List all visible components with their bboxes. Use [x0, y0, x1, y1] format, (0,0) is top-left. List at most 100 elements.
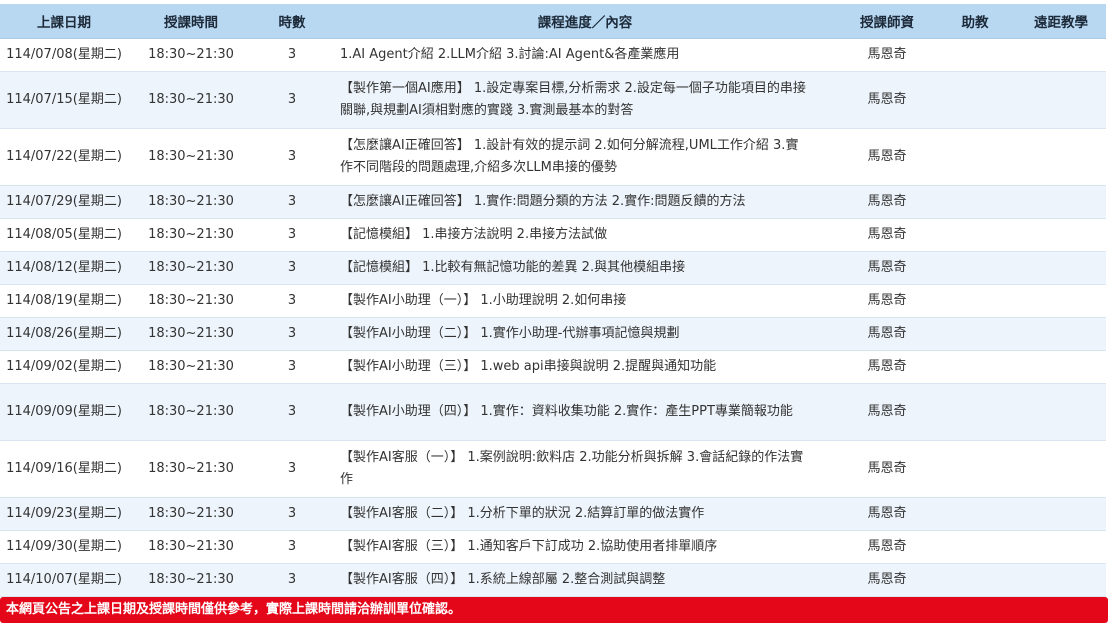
- table-header-row: 上課日期 授課時間 時數 課程進度／內容 授課師資 助教 遠距教學: [0, 4, 1106, 39]
- table-row: 114/09/23(星期二) 18:30~21:30 3 【製作AI客服（二）】 1.…: [0, 497, 1106, 531]
- cell-date: 114/07/22(星期二): [0, 128, 128, 186]
- cell-date: 114/08/19(星期二): [0, 284, 128, 318]
- header-remote: 遠距教學: [1016, 4, 1106, 39]
- cell-time: 18:30~21:30: [128, 185, 254, 219]
- cell-remote: [1016, 218, 1106, 252]
- cell-teacher: 馬恩奇: [840, 251, 934, 285]
- table-body: 114/07/08(星期二) 18:30~21:30 3 1.AI Agent介紹 2…: [0, 38, 1106, 597]
- cell-teacher: 馬恩奇: [840, 497, 934, 531]
- table-row: 114/07/15(星期二) 18:30~21:30 3 【製作第一個AI應用】 1.…: [0, 71, 1106, 129]
- cell-progress: 【製作AI小助理（三）】 1.web api串接與說明 2.提醒與通知功能: [330, 350, 840, 384]
- cell-time: 18:30~21:30: [128, 350, 254, 384]
- cell-time: 18:30~21:30: [128, 440, 254, 498]
- cell-hours: 3: [254, 497, 330, 531]
- cell-hours: 3: [254, 128, 330, 186]
- header-teacher: 授課師資: [840, 4, 934, 39]
- cell-teacher: 馬恩奇: [840, 128, 934, 186]
- header-hours: 時數: [254, 4, 330, 39]
- cell-hours: 3: [254, 563, 330, 597]
- cell-time: 18:30~21:30: [128, 317, 254, 351]
- cell-remote: [1016, 440, 1106, 498]
- cell-assistant: [934, 383, 1016, 441]
- cell-progress: 【製作AI客服（一）】 1.案例說明:飲料店 2.功能分析與拆解 3.會話紀錄的…: [330, 440, 840, 498]
- table-row: 114/10/07(星期二) 18:30~21:30 3 【製作AI客服（四）】 1.…: [0, 563, 1106, 597]
- table-row: 114/07/08(星期二) 18:30~21:30 3 1.AI Agent介紹 2…: [0, 38, 1106, 72]
- cell-time: 18:30~21:30: [128, 563, 254, 597]
- cell-date: 114/08/05(星期二): [0, 218, 128, 252]
- cell-teacher: 馬恩奇: [840, 284, 934, 318]
- cell-time: 18:30~21:30: [128, 218, 254, 252]
- cell-assistant: [934, 350, 1016, 384]
- cell-assistant: [934, 38, 1016, 72]
- cell-time: 18:30~21:30: [128, 284, 254, 318]
- table-row: 114/08/26(星期二) 18:30~21:30 3 【製作AI小助理（二）】 1…: [0, 317, 1106, 351]
- cell-hours: 3: [254, 251, 330, 285]
- table-row: 114/09/02(星期二) 18:30~21:30 3 【製作AI小助理（三）】 1…: [0, 350, 1106, 384]
- cell-remote: [1016, 128, 1106, 186]
- cell-progress: 【怎麼讓AI正確回答】 1.實作:問題分類的方法 2.實作:問題反饋的方法: [330, 185, 840, 219]
- course-schedule-table: 上課日期 授課時間 時數 課程進度／內容 授課師資 助教 遠距教學 114/07…: [0, 4, 1106, 597]
- cell-date: 114/07/29(星期二): [0, 185, 128, 219]
- cell-hours: 3: [254, 350, 330, 384]
- cell-date: 114/09/23(星期二): [0, 497, 128, 531]
- cell-remote: [1016, 350, 1106, 384]
- cell-progress: 【記憶模組】 1.串接方法說明 2.串接方法試做: [330, 218, 840, 252]
- cell-hours: 3: [254, 284, 330, 318]
- cell-assistant: [934, 317, 1016, 351]
- cell-remote: [1016, 317, 1106, 351]
- cell-progress: 【製作AI小助理（四）】 1.實作：資料收集功能 2.實作：產生PPT專業簡報功…: [330, 383, 840, 441]
- header-assistant: 助教: [934, 4, 1016, 39]
- cell-teacher: 馬恩奇: [840, 530, 934, 564]
- table-row: 114/07/29(星期二) 18:30~21:30 3 【怎麼讓AI正確回答】 1.…: [0, 185, 1106, 219]
- table-row: 114/08/19(星期二) 18:30~21:30 3 【製作AI小助理（一）】 1…: [0, 284, 1106, 318]
- cell-time: 18:30~21:30: [128, 497, 254, 531]
- cell-hours: 3: [254, 317, 330, 351]
- cell-teacher: 馬恩奇: [840, 383, 934, 441]
- cell-progress: 【製作AI小助理（一）】 1.小助理說明 2.如何串接: [330, 284, 840, 318]
- cell-progress: 【製作AI客服（二）】 1.分析下單的狀況 2.結算訂單的做法實作: [330, 497, 840, 531]
- cell-assistant: [934, 563, 1016, 597]
- cell-teacher: 馬恩奇: [840, 440, 934, 498]
- cell-date: 114/09/16(星期二): [0, 440, 128, 498]
- cell-hours: 3: [254, 383, 330, 441]
- cell-remote: [1016, 530, 1106, 564]
- cell-date: 114/09/09(星期二): [0, 383, 128, 441]
- cell-remote: [1016, 383, 1106, 441]
- cell-remote: [1016, 185, 1106, 219]
- cell-date: 114/07/08(星期二): [0, 38, 128, 72]
- cell-date: 114/09/30(星期二): [0, 530, 128, 564]
- cell-teacher: 馬恩奇: [840, 185, 934, 219]
- cell-remote: [1016, 251, 1106, 285]
- cell-remote: [1016, 71, 1106, 129]
- cell-assistant: [934, 185, 1016, 219]
- cell-time: 18:30~21:30: [128, 383, 254, 441]
- cell-progress: 【製作第一個AI應用】 1.設定專案目標,分析需求 2.設定每一個子功能項目的串…: [330, 71, 840, 129]
- cell-date: 114/08/12(星期二): [0, 251, 128, 285]
- cell-hours: 3: [254, 71, 330, 129]
- schedule-disclaimer-notice: 本網頁公告之上課日期及授課時間僅供參考，實際上課時間請洽辦訓單位確認。: [0, 597, 1108, 623]
- cell-remote: [1016, 284, 1106, 318]
- cell-assistant: [934, 218, 1016, 252]
- cell-progress: 【製作AI客服（三）】 1.通知客戶下訂成功 2.協助使用者排單順序: [330, 530, 840, 564]
- cell-progress: 【記憶模組】 1.比較有無記憶功能的差異 2.與其他模組串接: [330, 251, 840, 285]
- cell-hours: 3: [254, 185, 330, 219]
- cell-teacher: 馬恩奇: [840, 563, 934, 597]
- table-row: 114/09/30(星期二) 18:30~21:30 3 【製作AI客服（三）】 1.…: [0, 530, 1106, 564]
- cell-remote: [1016, 563, 1106, 597]
- cell-progress: 1.AI Agent介紹 2.LLM介紹 3.討論:AI Agent&各產業應用: [330, 38, 840, 72]
- cell-hours: 3: [254, 440, 330, 498]
- cell-assistant: [934, 251, 1016, 285]
- table-row: 114/07/22(星期二) 18:30~21:30 3 【怎麼讓AI正確回答】 1.…: [0, 128, 1106, 186]
- header-date: 上課日期: [0, 4, 128, 39]
- cell-hours: 3: [254, 530, 330, 564]
- cell-time: 18:30~21:30: [128, 251, 254, 285]
- cell-teacher: 馬恩奇: [840, 317, 934, 351]
- cell-date: 114/08/26(星期二): [0, 317, 128, 351]
- cell-progress: 【製作AI小助理（二）】 1.實作小助理-代辦事項記憶與規劃: [330, 317, 840, 351]
- table-row: 114/08/12(星期二) 18:30~21:30 3 【記憶模組】 1.比較有無記…: [0, 251, 1106, 285]
- cell-date: 114/10/07(星期二): [0, 563, 128, 597]
- cell-teacher: 馬恩奇: [840, 71, 934, 129]
- cell-time: 18:30~21:30: [128, 530, 254, 564]
- cell-hours: 3: [254, 38, 330, 72]
- cell-assistant: [934, 440, 1016, 498]
